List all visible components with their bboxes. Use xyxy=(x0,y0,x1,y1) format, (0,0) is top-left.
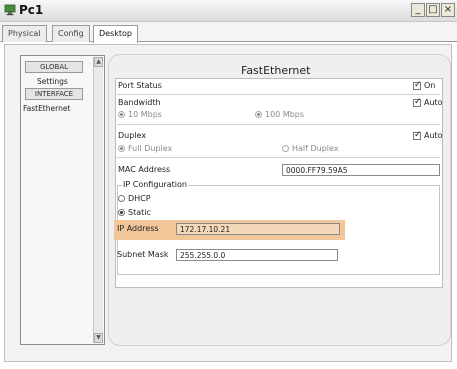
nav-item-settings[interactable]: Settings xyxy=(37,77,68,86)
full-duplex-label: Full Duplex xyxy=(128,144,173,153)
minimize-button[interactable]: _ xyxy=(411,3,425,17)
ip-address-field[interactable]: 172.17.10.21 xyxy=(176,223,340,235)
dhcp-label: DHCP xyxy=(128,194,151,203)
tab-desktop[interactable]: Desktop xyxy=(93,25,138,43)
dhcp-radio[interactable] xyxy=(118,195,125,202)
tab-config[interactable]: Config xyxy=(52,25,90,42)
full-duplex-radio[interactable] xyxy=(118,145,125,152)
static-radio[interactable] xyxy=(118,209,125,216)
mac-address-label: MAC Address xyxy=(118,165,171,174)
subnet-mask-field[interactable]: 255.255.0.0 xyxy=(176,249,338,261)
tab-bar: Physical Config Desktop xyxy=(0,22,457,43)
bandwidth-100-radio[interactable] xyxy=(255,111,262,118)
left-nav: GLOBAL Settings INTERFACE FastEthernet ▲… xyxy=(20,55,105,345)
duplex-auto-label: Auto xyxy=(424,131,443,140)
ip-configuration-label: IP Configuration xyxy=(122,180,188,189)
mac-address-field[interactable]: 0000.FF79.59A5 xyxy=(282,164,440,176)
window-controls: _ □ × xyxy=(411,3,455,17)
global-button[interactable]: GLOBAL xyxy=(25,61,83,73)
half-duplex-radio[interactable] xyxy=(282,145,289,152)
scroll-up-icon[interactable]: ▲ xyxy=(94,57,103,67)
interface-button[interactable]: INTERFACE xyxy=(25,88,83,100)
duplex-auto-checkbox[interactable] xyxy=(413,130,422,140)
bandwidth-10-radio[interactable] xyxy=(118,111,125,118)
maximize-button[interactable]: □ xyxy=(426,3,440,17)
title-bar: Pc1 _ □ × xyxy=(0,0,457,22)
duplex-label: Duplex xyxy=(118,131,147,140)
tab-physical[interactable]: Physical xyxy=(2,25,47,42)
bandwidth-auto-checkbox[interactable] xyxy=(413,97,422,107)
nav-item-fastethernet[interactable]: FastEthernet xyxy=(23,104,70,113)
nav-scrollbar[interactable]: ▲ ▼ xyxy=(93,57,103,343)
panel-title: FastEthernet xyxy=(241,64,311,77)
ip-address-label: IP Address xyxy=(117,224,159,233)
subnet-mask-label: Subnet Mask xyxy=(117,250,169,259)
window-title: Pc1 xyxy=(19,3,44,17)
static-label: Static xyxy=(128,208,151,217)
pc-icon xyxy=(4,4,16,16)
port-status-checkbox[interactable] xyxy=(413,80,422,90)
divider xyxy=(117,157,440,158)
half-duplex-label: Half Duplex xyxy=(292,144,339,153)
bandwidth-auto-label: Auto xyxy=(424,98,443,107)
close-button[interactable]: × xyxy=(441,3,455,17)
port-status-label: Port Status xyxy=(118,81,162,90)
bandwidth-label: Bandwidth xyxy=(118,98,161,107)
bandwidth-10-label: 10 Mbps xyxy=(128,110,162,119)
bandwidth-100-label: 100 Mbps xyxy=(265,110,305,119)
scroll-down-icon[interactable]: ▼ xyxy=(94,333,103,343)
divider xyxy=(117,94,440,95)
divider xyxy=(117,124,440,125)
port-status-on-label: On xyxy=(424,81,436,90)
